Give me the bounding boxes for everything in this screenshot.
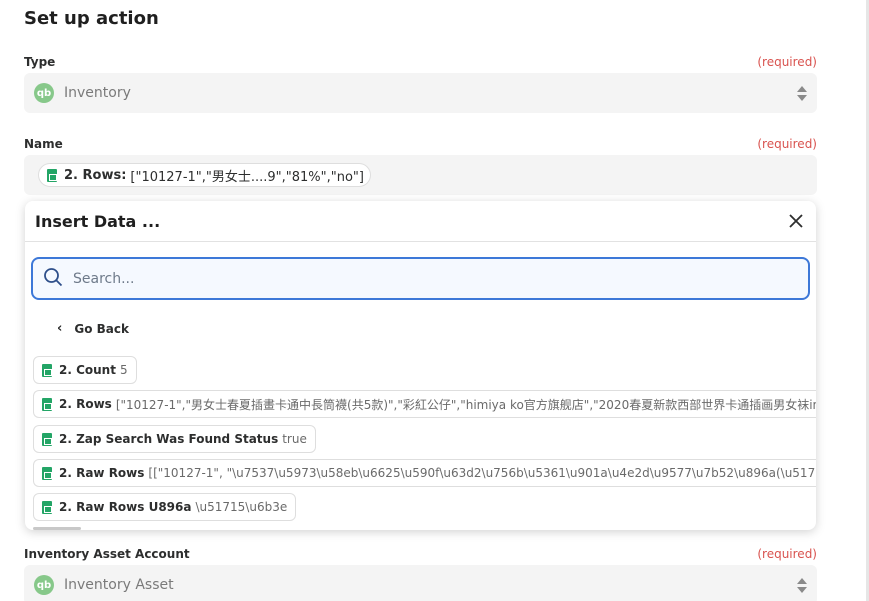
item-key: 2. Raw Rows bbox=[59, 466, 145, 480]
close-icon[interactable] bbox=[786, 211, 806, 231]
chevron-left-icon: ‹ bbox=[57, 321, 63, 336]
item-value: 5 bbox=[119, 363, 128, 377]
search-input[interactable] bbox=[73, 270, 798, 287]
type-required-tag: (required) bbox=[757, 55, 817, 69]
google-sheets-icon bbox=[47, 168, 57, 182]
asset-required-tag: (required) bbox=[757, 547, 817, 561]
list-item[interactable]: 2. Count 5 bbox=[33, 356, 137, 384]
item-key: 2. Count bbox=[59, 363, 116, 377]
asset-label-row: Inventory Asset Account (required) bbox=[24, 547, 817, 561]
asset-select-value: Inventory Asset bbox=[64, 577, 174, 593]
search-icon bbox=[43, 267, 63, 291]
type-label-row: Type (required) bbox=[24, 55, 817, 69]
google-sheets-icon bbox=[42, 466, 52, 480]
updown-arrows-icon bbox=[797, 577, 807, 593]
name-data-pill[interactable]: 2. Rows: ["10127-1","男女士....9","81%","no… bbox=[38, 163, 371, 187]
list-item[interactable]: 2. Zap Search Was Found Status true bbox=[33, 425, 316, 453]
quickbooks-icon: qb bbox=[34, 83, 54, 103]
name-field[interactable]: 2. Rows: ["10127-1","男女士....9","81%","no… bbox=[24, 155, 817, 195]
asset-select[interactable]: qb Inventory Asset bbox=[24, 565, 817, 601]
panel-title: Insert Data ... bbox=[35, 211, 161, 231]
name-label: Name bbox=[24, 137, 63, 151]
list-item[interactable]: 2. Raw Rows U896a \u51715\u6b3e bbox=[33, 493, 297, 521]
page-title: Set up action bbox=[24, 8, 159, 29]
list-item[interactable]: 2. Raw Rows [["10127-1", "\u7537\u5973\u… bbox=[33, 459, 816, 487]
item-key: 2. Raw Rows U896a bbox=[59, 500, 192, 514]
horizontal-scrollbar[interactable] bbox=[33, 527, 81, 530]
pill-value: ["10127-1","男女士....9","81%","no"] bbox=[130, 169, 364, 185]
item-key: 2. Rows bbox=[59, 397, 112, 411]
google-sheets-icon bbox=[42, 363, 52, 377]
item-value: ["10127-1","男女士春夏插畫卡通中長筒襪(共5款)","彩紅公仔","… bbox=[115, 397, 816, 412]
search-box[interactable] bbox=[31, 257, 810, 300]
quickbooks-icon: qb bbox=[34, 575, 54, 595]
item-value: [["10127-1", "\u7537\u5973\u58eb\u6625\u… bbox=[148, 466, 816, 480]
type-select-value: Inventory bbox=[64, 85, 131, 101]
list-item[interactable]: 2. Rows ["10127-1","男女士春夏插畫卡通中長筒襪(共5款)",… bbox=[33, 390, 816, 418]
asset-label: Inventory Asset Account bbox=[24, 547, 190, 561]
item-key: 2. Zap Search Was Found Status bbox=[59, 432, 279, 446]
google-sheets-icon bbox=[42, 500, 52, 514]
insert-data-panel: Insert Data ... ‹ Go Back 2. Count 5 2. … bbox=[25, 201, 816, 530]
google-sheets-icon bbox=[42, 432, 52, 446]
updown-arrows-icon bbox=[797, 85, 807, 101]
google-sheets-icon bbox=[42, 397, 52, 411]
pill-key: 2. Rows: bbox=[64, 167, 127, 183]
go-back-button[interactable]: ‹ Go Back bbox=[57, 321, 129, 336]
name-required-tag: (required) bbox=[757, 137, 817, 151]
item-value: true bbox=[282, 432, 307, 446]
name-label-row: Name (required) bbox=[24, 137, 817, 151]
item-value: \u51715\u6b3e bbox=[195, 500, 288, 514]
type-select[interactable]: qb Inventory bbox=[24, 73, 817, 113]
go-back-label: Go Back bbox=[74, 321, 129, 336]
type-label: Type bbox=[24, 55, 56, 69]
panel-header: Insert Data ... bbox=[25, 201, 816, 242]
